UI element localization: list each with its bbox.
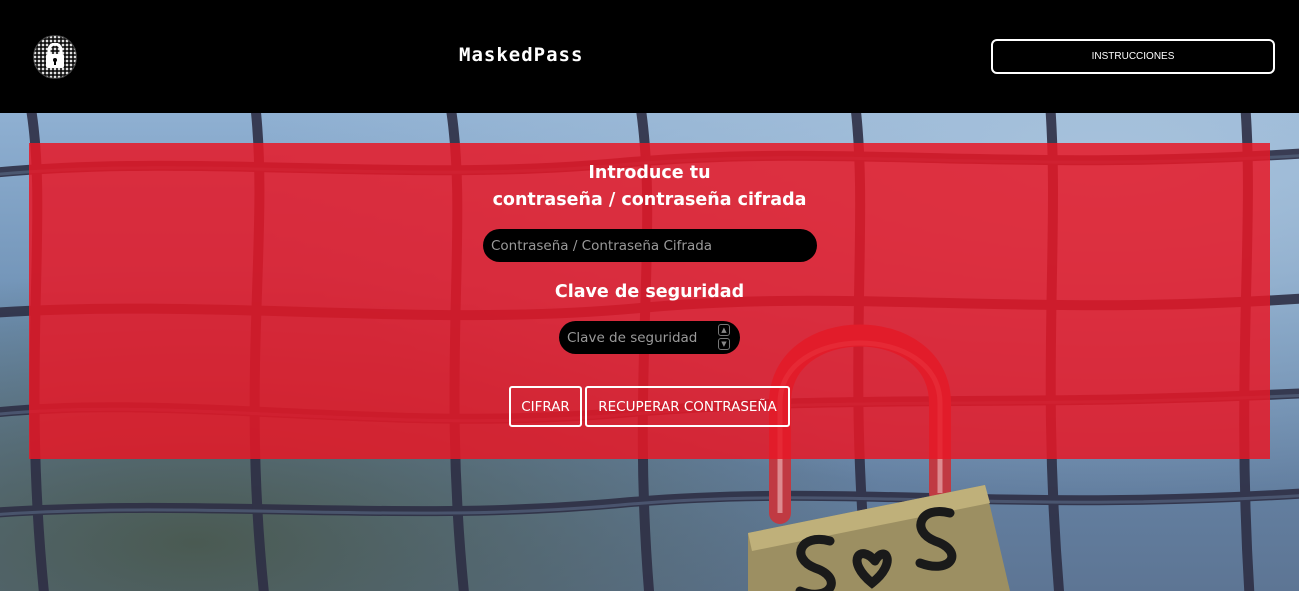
brand-title: MaskedPass [459, 44, 584, 66]
spinner-down-icon[interactable]: ▼ [718, 338, 730, 350]
security-key-input[interactable] [559, 321, 740, 354]
form-title-line2: contraseña / contraseña cifrada [492, 190, 807, 210]
security-key-title: Clave de seguridad [554, 282, 745, 302]
lock-icon[interactable] [33, 35, 77, 79]
instructions-button[interactable]: INSTRUCCIONES [991, 39, 1275, 74]
number-spinner[interactable]: ▲ ▼ [718, 324, 732, 351]
top-navbar: MaskedPass INSTRUCCIONES [0, 0, 1299, 113]
spinner-up-icon[interactable]: ▲ [718, 324, 730, 336]
form-title-line1: Introduce tu [588, 163, 711, 183]
encrypt-button[interactable]: CIFRAR [509, 386, 582, 427]
password-form-panel: Introduce tu contraseña / contraseña cif… [29, 143, 1270, 459]
password-input[interactable] [483, 229, 817, 262]
recover-password-button[interactable]: RECUPERAR CONTRASEÑA [585, 386, 790, 427]
